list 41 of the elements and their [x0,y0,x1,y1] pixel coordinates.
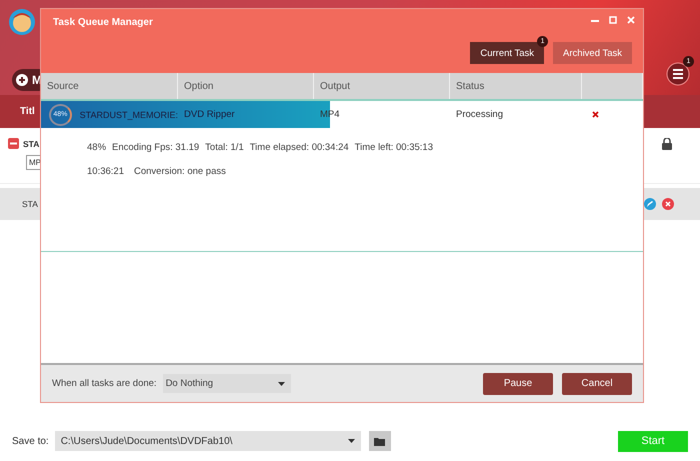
task-detail: Encoding Fps: 31.19 [112,142,200,153]
close-icon[interactable] [627,16,635,24]
dialog-title: Task Queue Manager [53,17,153,28]
footer-button[interactable]: Pause [483,372,553,394]
dropdown-caret-icon [278,382,285,386]
task-title: STA [22,199,38,209]
task-detail: Conversion: one pass [134,166,226,177]
column-header: Output [320,80,350,92]
task-detail: 48% [87,142,106,153]
delete-icon[interactable] [592,111,599,118]
task-detail: Total: 1/1 [205,142,244,153]
folder-icon [374,436,386,446]
maximize-icon[interactable] [609,16,617,24]
source-title: STA [23,138,40,148]
remove-icon[interactable] [662,198,674,210]
column-heading: Titl [20,106,35,117]
task-tab[interactable]: Archived Task [553,42,632,64]
lock-icon[interactable] [662,138,672,150]
column-header: Source [47,80,79,92]
save-path-field[interactable]: C:\Users\Jude\Documents\DVDFab10\ [54,431,361,451]
footer-button[interactable]: Cancel [562,372,632,394]
column-header: Status [456,80,484,92]
collapse-icon[interactable] [8,138,19,149]
task-detail: Time left: 00:35:13 [354,142,434,153]
task-list-icon[interactable] [666,62,690,86]
mascot-logo-icon [8,8,36,36]
dropdown-caret-icon [348,439,355,443]
completion-action-select[interactable]: Do Nothing [162,374,291,393]
task-detail: Time elapsed: 00:34:24 [250,142,349,153]
plus-icon [16,74,28,86]
browse-folder-button[interactable] [368,431,391,451]
task-tab[interactable]: Current Task [470,42,544,64]
option-cell: DVD Ripper [184,109,235,120]
status-cell: Processing [456,109,503,120]
task-detail: 10:36:21 [87,166,124,177]
save-to-label: Save to: [12,436,49,446]
source-cell: STARDUST_MEMORIE: [80,110,178,120]
output-cell: MP4 [320,109,340,120]
column-header: Option [184,80,214,92]
edit-icon[interactable] [644,198,656,210]
completion-label: When all tasks are done: [52,378,157,389]
